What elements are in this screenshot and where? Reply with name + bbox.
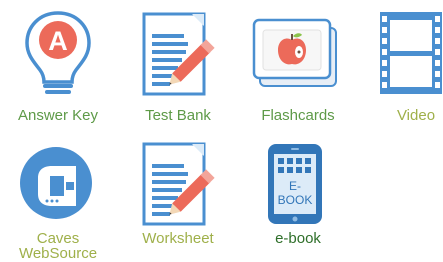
e-book-tile[interactable]: E- BOOK e-book: [238, 130, 358, 260]
flashcards-label: Flashcards: [261, 107, 335, 124]
ebook-icon-text-line2: BOOK: [278, 193, 313, 207]
document-pencil-icon: [142, 142, 215, 226]
ebook-tablet-icon: E- BOOK: [268, 144, 322, 224]
lightbulb-a-icon: A: [25, 11, 91, 94]
answer-key-tile[interactable]: A Answer Key: [0, 0, 116, 130]
caves-c-tablet-icon: [20, 147, 92, 219]
answer-key-label: Answer Key: [17, 107, 99, 124]
caves-websource-tile[interactable]: Caves WebSource: [0, 130, 116, 262]
document-pencil-icon: [142, 12, 215, 96]
test-bank-tile[interactable]: Test Bank: [118, 0, 238, 130]
svg-text:A: A: [48, 26, 68, 56]
video-label: Video: [396, 107, 436, 124]
test-bank-label: Test Bank: [145, 107, 211, 124]
e-book-label: e-book: [275, 230, 321, 247]
film-strip-icon: [380, 12, 442, 94]
ebook-icon-text-line1: E-: [289, 179, 301, 193]
worksheet-label: Worksheet: [142, 230, 214, 247]
flashcard-apple-icon: [252, 18, 337, 87]
video-tile[interactable]: Video: [358, 0, 443, 130]
worksheet-tile[interactable]: Worksheet: [118, 130, 238, 260]
flashcards-tile[interactable]: Flashcards: [238, 0, 358, 130]
